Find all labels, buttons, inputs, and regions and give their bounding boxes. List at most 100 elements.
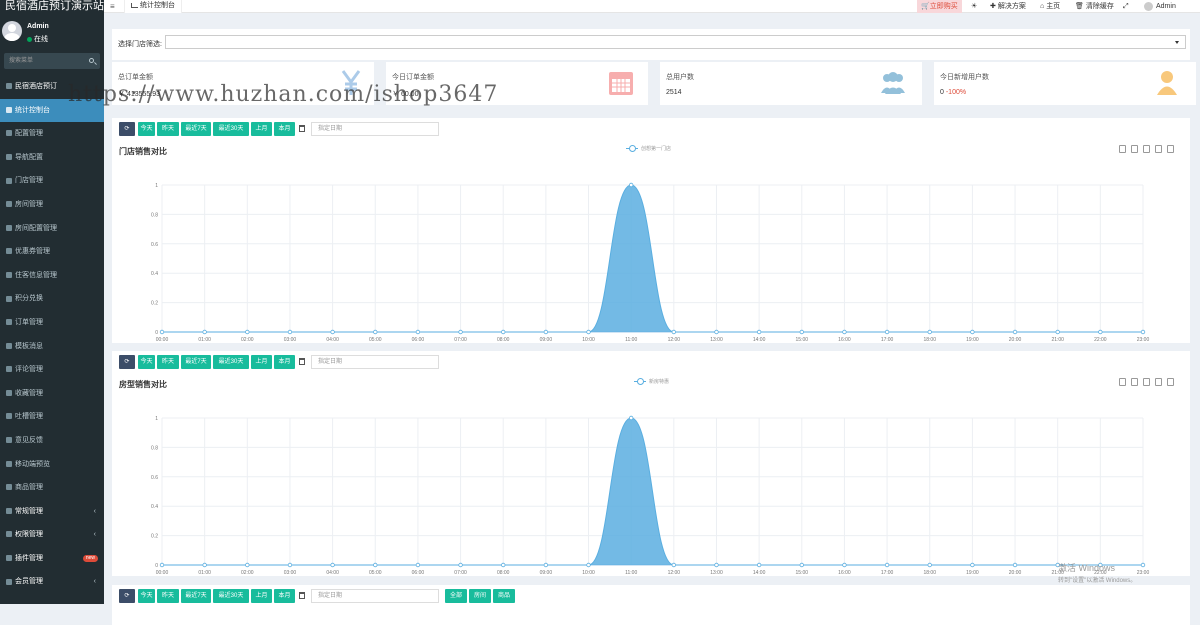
solutions-link[interactable]: ✚ 解决方案 [990,0,1026,13]
date-range-button[interactable]: 昨天 [157,589,179,603]
buy-now-button[interactable]: 🛒立即购买 [917,0,962,13]
data-point [159,562,165,568]
sidebar-item-13[interactable]: 收藏管理 [0,382,104,406]
sidebar-item-2[interactable]: 配置管理 [0,122,104,146]
data-point [714,562,719,568]
x-tick-label: 12:00 [668,337,681,343]
sidebar-item-11[interactable]: 模板消息 [0,335,104,359]
tab-dashboard[interactable]: 统计控制台 [124,0,182,13]
x-tick-label: 20:00 [1009,570,1022,576]
yen-icon [6,248,12,255]
chevron-left-icon: ‹ [93,531,96,539]
menu-toggle-icon[interactable]: ≡ [110,2,115,11]
date-range-button[interactable]: 上月 [251,589,272,603]
x-tick-label: 23:00 [1137,337,1150,343]
app-title[interactable]: 民宿酒店预订演示站 [0,0,104,13]
date-range-button[interactable]: 今天 [138,589,155,603]
sidebar-item-9[interactable]: 积分兑换 [0,287,104,311]
clear-cache-label: 清除缓存 [1085,3,1114,10]
y-tick-label: 0.8 [151,212,158,218]
sidebar-item-18[interactable]: 常规管理 ‹ [0,500,104,524]
data-point [415,329,421,335]
data-point [458,329,463,335]
data-point [884,329,890,335]
x-tick-label: 14:00 [753,570,766,576]
data-point [884,562,890,568]
sidebar-item-15[interactable]: 意见反馈 [0,429,104,453]
date-range-button[interactable]: 最近30天 [213,589,249,603]
data-point [1140,562,1146,568]
stat-title: 今日订单金额 [392,74,434,81]
y-tick-label: 0.6 [151,242,158,248]
x-tick-label: 04:00 [326,570,339,576]
sidebar-item-label: 优惠券管理 [15,248,50,256]
sidebar-item-8[interactable]: 住客信息管理 [0,264,104,288]
sidebar-item-label: 模板消息 [15,342,43,350]
sidebar-item-17[interactable]: 商品管理 [0,476,104,500]
sidebar-item-21[interactable]: 会员管理 ‹ [0,570,104,594]
date-range-button[interactable]: 最近7天 [181,589,211,603]
data-point [415,562,421,568]
refresh-button[interactable]: ⟳ [119,589,135,603]
sidebar-item-5[interactable]: 房间管理 [0,193,104,217]
category-button[interactable]: 房间 [469,589,491,603]
x-tick-label: 00:00 [156,570,169,576]
solutions-label: 解决方案 [997,3,1026,10]
x-tick-label: 08:00 [497,570,510,576]
data-point [159,329,165,335]
data-point [501,562,506,568]
date-picker-input[interactable]: 指定日期 [311,589,439,603]
data-point [628,415,634,421]
stat-card: 今日新增用户数 0 -100% [934,62,1196,105]
date-range-button[interactable]: 本月 [274,589,295,603]
x-tick-label: 10:00 [582,337,595,343]
sidebar-item-10[interactable]: 订单管理 [0,311,104,335]
data-point [245,562,250,568]
fullscreen-icon[interactable]: ⤢ [1123,0,1129,13]
cogs-icon [6,507,12,514]
x-tick-label: 23:00 [1137,570,1150,576]
chart-icon [6,106,12,113]
sidebar-item-19[interactable]: 权限管理 ‹ [0,523,104,547]
sidebar-item-4[interactable]: 门店管理 [0,169,104,193]
clear-cache-button[interactable]: 🗑 清除缓存 [1075,0,1114,13]
chart-panel: ⟳ 今天 昨天 最近7天 最近30天 上月 本月 指定日期 房型销售对比 新房特惠 0 0.2 0.4 0… [112,351,1190,576]
home-label: 主页 [1046,3,1061,10]
avatar [2,21,22,41]
chart-panel: ⟳ 今天 昨天 最近7天 最近30天 上月 本月 指定日期 门店销售对比 创想第一门店 0 0.2 0.… [112,118,1190,343]
x-tick-label: 08:00 [497,337,510,343]
sidebar-search-input[interactable]: 搜索菜单 [4,53,100,69]
category-button[interactable]: 商品 [493,589,515,603]
avatar [1144,1,1153,11]
x-tick-label: 17:00 [881,570,894,576]
x-tick-label: 05:00 [369,337,382,343]
sidebar-item-3[interactable]: 导航配置 [0,146,104,170]
sidebar-item-12[interactable]: 评论管理 [0,358,104,382]
data-point [970,562,975,568]
user-name: Admin [27,23,49,30]
sidebar-item-20[interactable]: 插件管理 new [0,547,104,571]
sidebar-item-16[interactable]: 移动端预览 [0,453,104,477]
gear-icon [6,130,12,137]
x-tick-label: 16:00 [838,337,851,343]
data-point [927,562,932,568]
sidebar-search-placeholder: 搜索菜单 [9,58,34,64]
home-link[interactable]: ⌂ 主页 [1040,0,1060,13]
category-button[interactable]: 全部 [445,589,467,603]
search-icon[interactable] [89,58,94,63]
sidebar-item-7[interactable]: 优惠券管理 [0,240,104,264]
data-point [373,562,378,568]
data-point [586,562,591,568]
sidebar-item-6[interactable]: 房间配置管理 [0,217,104,241]
pencil-icon [6,437,12,444]
y-tick-label: 1 [155,183,158,189]
data-point [287,562,293,568]
data-point [799,329,804,335]
x-tick-label: 21:00 [1051,337,1064,343]
sidebar-item-14[interactable]: 吐槽管理 [0,405,104,429]
area-chart: 0 0.2 0.4 0.6 0.8 1 00:00 01:00 02:00 03:00 04:00 0… [151,182,1150,343]
x-tick-label: 06:00 [412,337,425,343]
store-filter-select[interactable] [165,35,1186,49]
theme-toggle-icon[interactable]: ☀ [971,0,977,13]
user-menu[interactable]: Admin [1144,0,1176,13]
